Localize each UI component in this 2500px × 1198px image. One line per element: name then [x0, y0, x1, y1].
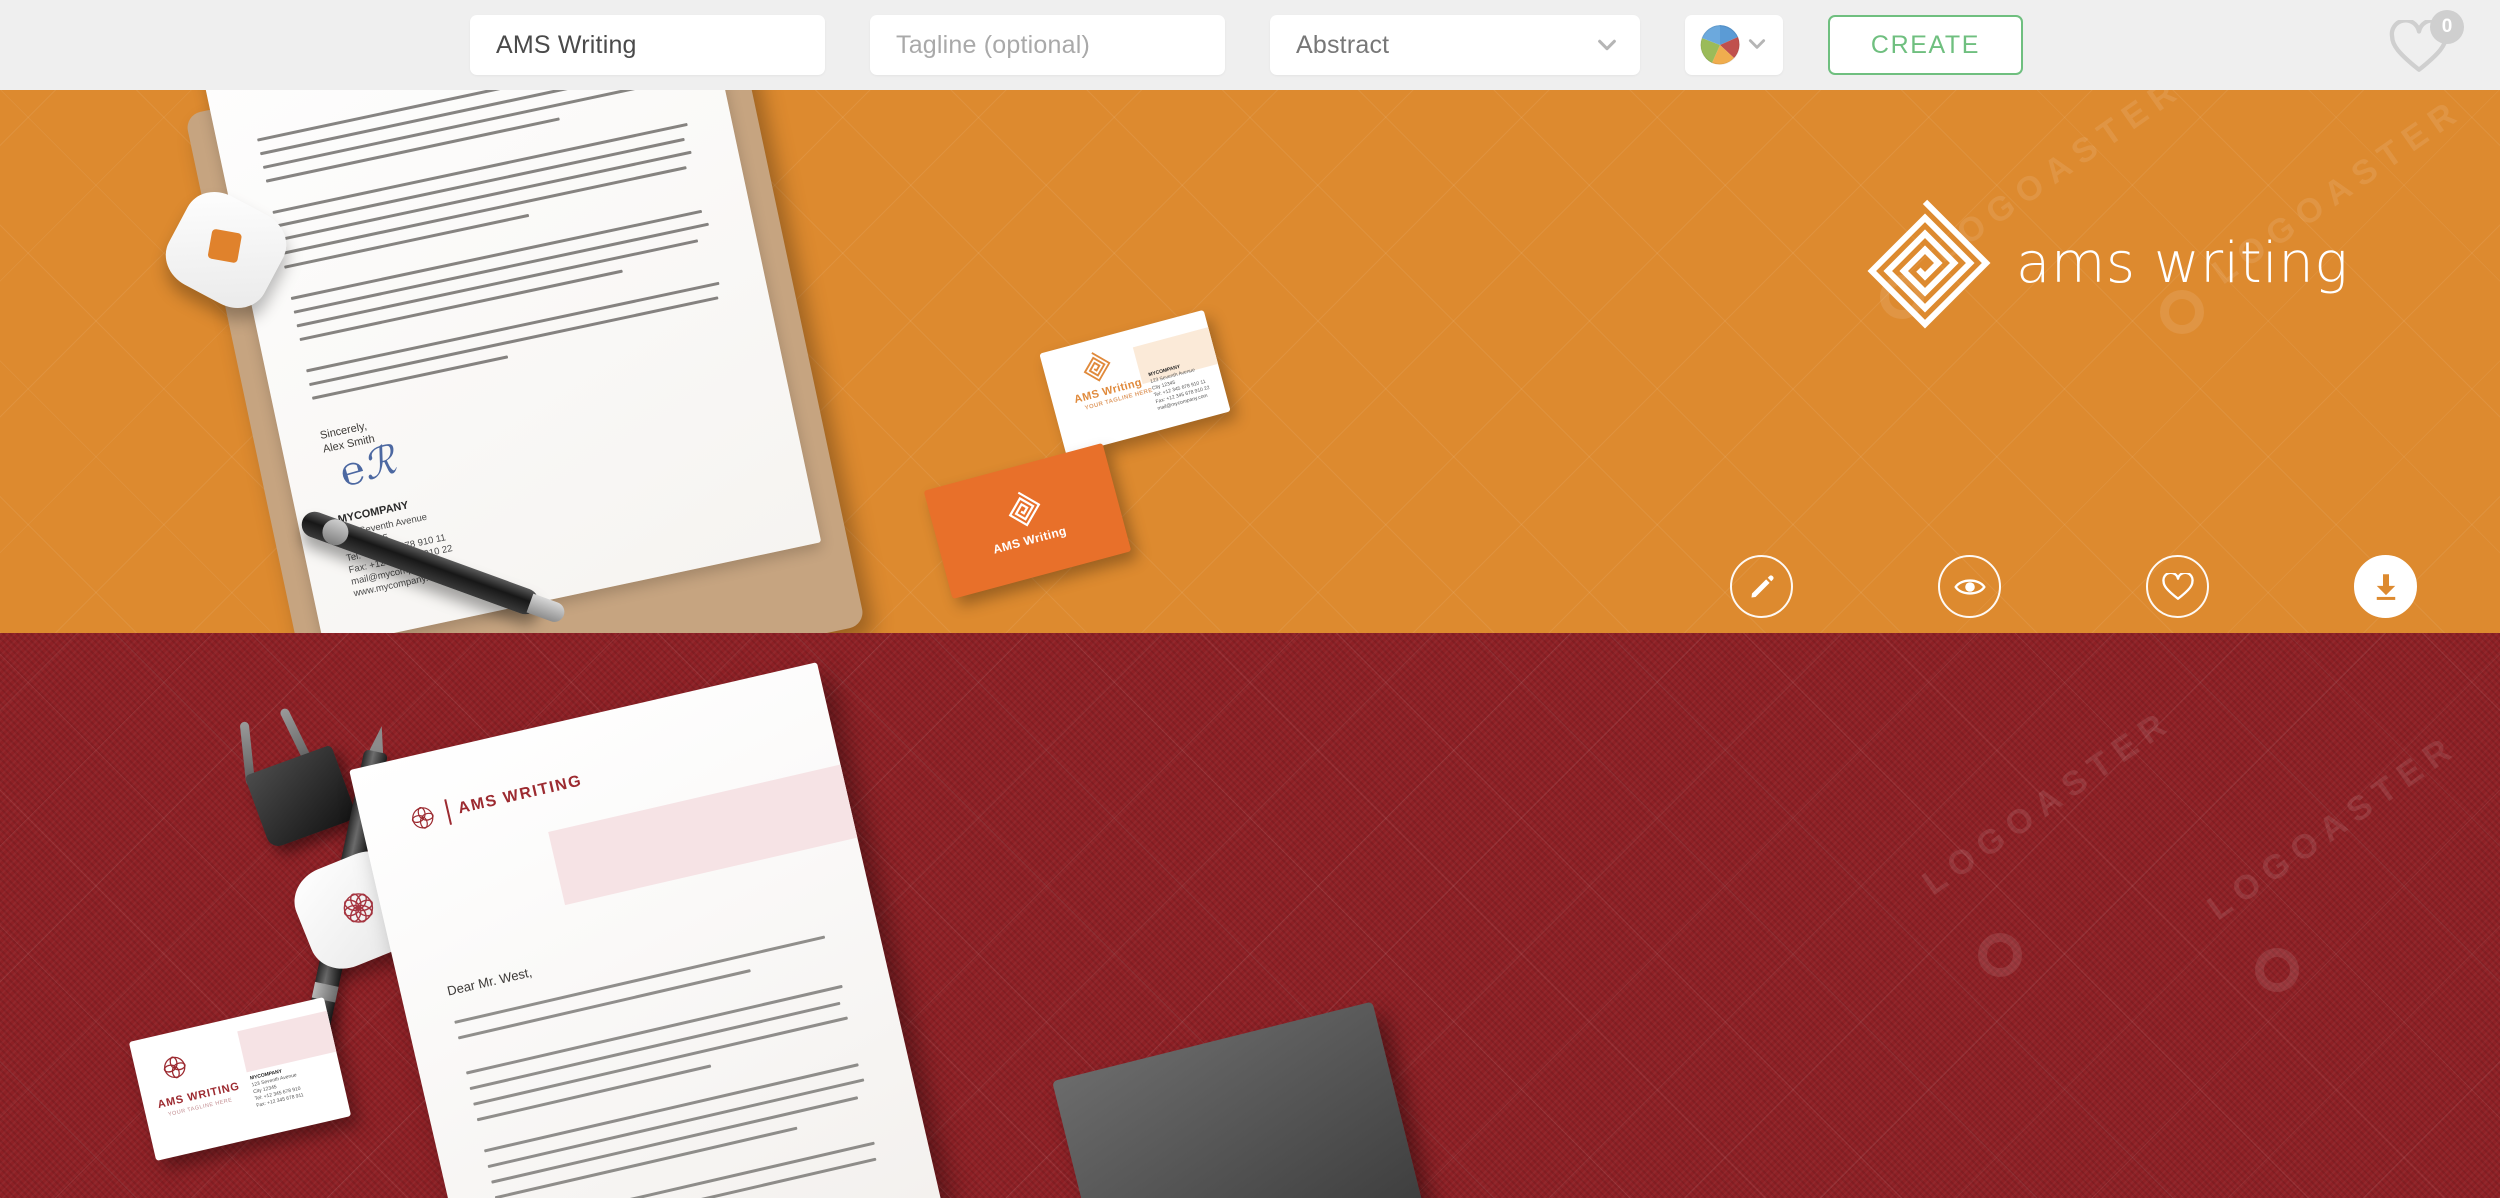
- letterhead-mockup: AMS WRITING Dear Mr. West,: [349, 662, 961, 1198]
- company-name-input[interactable]: AMS Writing: [470, 15, 825, 75]
- card-back-brand: AMS Writing: [991, 523, 1069, 557]
- logo-result-red[interactable]: LOGOASTER LOGOASTER AMS WRITING Dear Mr.…: [0, 633, 2500, 1198]
- download-button[interactable]: Download: [2333, 555, 2438, 633]
- watermark-text: LOGOASTER: [1915, 701, 2181, 903]
- business-card-mockup: AMS WRITING YOUR TAGLINE HERE MYCOMPANY …: [128, 997, 352, 1161]
- style-select[interactable]: Abstract: [1270, 15, 1640, 75]
- favorites-button[interactable]: Favorites: [2125, 555, 2230, 633]
- preview-button[interactable]: Preview: [1917, 555, 2022, 633]
- pencil-icon: [1751, 575, 1773, 597]
- binder-clip-prop: [239, 707, 358, 850]
- notebook-prop: [1052, 1001, 1428, 1198]
- clipboard-mockup: Sincerely, Alex Smith ℮ℛ MYCOMPANY 123 S…: [178, 90, 866, 633]
- business-card-front: AMS Writing YOUR TAGLINE HERE MYCOMPANY …: [1039, 309, 1231, 456]
- create-button[interactable]: CREATE: [1828, 15, 2023, 75]
- business-card-back: AMS Writing: [923, 442, 1132, 600]
- download-icon: [2376, 573, 2395, 600]
- action-bar: Edit Preview Favorites: [1709, 555, 2438, 633]
- heart-icon: [2161, 572, 2194, 600]
- diamond-maze-icon: [1008, 491, 1041, 527]
- logo-lockup-orange: ams writing: [1867, 199, 2349, 329]
- color-wheel-icon: [1699, 25, 1740, 65]
- toolbar: AMS Writing Tagline (optional) Abstract: [0, 0, 2500, 90]
- eye-icon: [1953, 578, 1986, 595]
- logo-maker-page: AMS Writing Tagline (optional) Abstract: [0, 0, 2500, 1198]
- chevron-down-icon: [1596, 34, 1618, 56]
- letter-paper: Sincerely, Alex Smith ℮ℛ MYCOMPANY 123 S…: [178, 90, 822, 633]
- style-select-value: Abstract: [1296, 30, 1390, 59]
- diamond-maze-icon: [1867, 199, 1991, 329]
- watermark-dot-icon: [1978, 933, 2022, 977]
- palette-chevron-down-icon: [1747, 34, 1769, 56]
- favorites-count-badge: 0: [2430, 10, 2464, 44]
- floral-mandala-icon: [163, 1056, 186, 1079]
- edit-button[interactable]: Edit: [1709, 555, 1814, 633]
- tagline-input[interactable]: Tagline (optional): [870, 15, 1225, 75]
- letter-salutation: Dear Mr. West,: [445, 964, 534, 999]
- diamond-maze-icon: [1083, 352, 1111, 382]
- floral-mandala-icon: [411, 806, 434, 829]
- watermark-dot-icon: [2255, 948, 2299, 992]
- letterhead-accent-band: [548, 764, 858, 906]
- toolbar-controls: AMS Writing Tagline (optional) Abstract: [470, 15, 2023, 75]
- logo-result-orange[interactable]: LOGOASTER LOGOASTER Sincerely, Alex Smit…: [0, 90, 2500, 633]
- color-palette-picker[interactable]: [1685, 15, 1783, 75]
- watermark-text: LOGOASTER: [2200, 726, 2466, 928]
- letterhead-brand: AMS WRITING: [456, 772, 584, 818]
- favorites-counter[interactable]: 0: [2386, 10, 2464, 76]
- logo-brand-name: ams writing: [2016, 230, 2349, 296]
